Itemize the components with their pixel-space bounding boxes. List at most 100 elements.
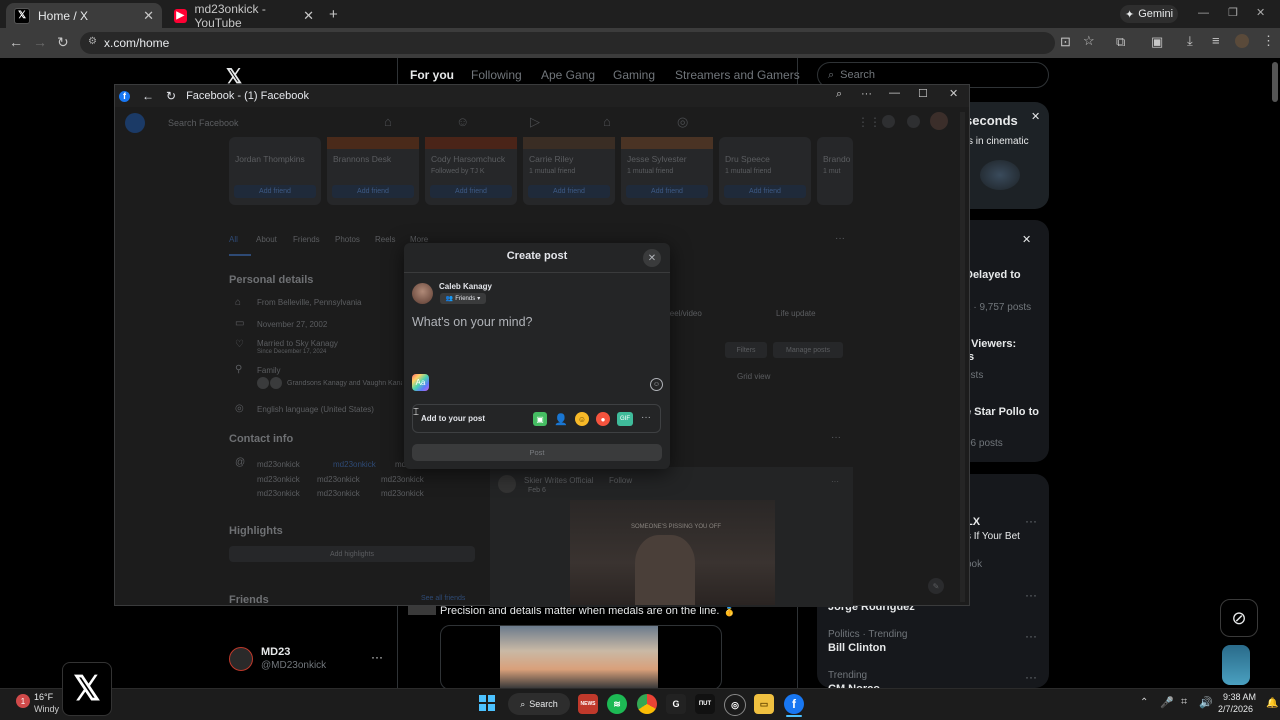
profile-avatar[interactable] — [1235, 34, 1249, 48]
close-icon[interactable]: ✕ — [1022, 233, 1031, 246]
home-icon[interactable]: ⌂ — [384, 114, 392, 129]
filters-button[interactable]: Filters — [725, 342, 767, 358]
app-icon-g[interactable]: G — [666, 694, 686, 714]
add-highlights-button[interactable]: Add highlights — [229, 546, 475, 562]
friend-name[interactable]: Jordan Thompkins — [235, 154, 305, 164]
weather-icon[interactable]: 1 — [16, 694, 30, 708]
close-window-icon[interactable]: ✕ — [1256, 6, 1265, 19]
install-app-icon[interactable]: ⊡ — [1060, 34, 1071, 50]
audience-selector[interactable]: 👥 Friends ▾ — [440, 293, 486, 304]
friend-name[interactable]: Cody Harsomchuck — [431, 154, 505, 164]
close-dialog-button[interactable]: ✕ — [643, 249, 661, 267]
extensions-icon[interactable]: ⧉ — [1116, 34, 1125, 50]
restore-icon[interactable]: ❐ — [1228, 6, 1238, 19]
clock-date[interactable]: 2/7/2026 — [1218, 704, 1253, 714]
more-icon[interactable]: ··· — [1025, 670, 1037, 684]
page-scrollbar[interactable] — [1272, 62, 1278, 102]
gemini-button[interactable]: ✦ Gemini — [1120, 5, 1178, 23]
tab-gaming[interactable]: Gaming — [613, 68, 655, 82]
back-icon[interactable]: ← — [9, 34, 23, 50]
tab-streamers-and-gamers[interactable]: Streamers and Gamers — [675, 68, 800, 82]
emoji-picker-icon[interactable]: ☺ — [650, 378, 663, 391]
sidebar-icon[interactable]: ▣ — [1151, 34, 1163, 50]
new-tab-icon[interactable]: + — [329, 6, 338, 23]
close-icon[interactable]: ✕ — [1031, 110, 1040, 123]
minimize-icon[interactable]: — — [889, 87, 900, 99]
manage-posts-button[interactable]: Manage posts — [773, 342, 843, 358]
messenger-icon[interactable] — [882, 115, 895, 128]
maximize-icon[interactable]: ☐ — [918, 87, 928, 100]
site-info-icon[interactable]: ⚙ — [88, 36, 97, 47]
more-icon[interactable]: ··· — [1025, 588, 1037, 602]
close-window-icon[interactable]: ✕ — [949, 87, 958, 100]
microphone-icon[interactable]: 🎤 — [1160, 696, 1174, 709]
gaming-icon[interactable]: ◎ — [677, 114, 688, 130]
friend-name[interactable]: Brando — [823, 154, 853, 164]
friends-icon[interactable]: ☺ — [456, 114, 469, 129]
forward-icon[interactable]: → — [33, 34, 47, 50]
facebook-taskbar-icon[interactable]: f — [784, 694, 804, 714]
feeling-icon[interactable]: ☺ — [575, 412, 589, 426]
taskbar-search[interactable]: ⌕ Search — [508, 693, 570, 715]
gif-icon[interactable]: GIF — [617, 412, 633, 426]
post-image[interactable] — [500, 626, 658, 688]
more-icon[interactable]: ··· — [831, 477, 839, 486]
more-icon[interactable]: ··· — [861, 88, 872, 100]
zoom-icon[interactable]: ⌕ — [836, 88, 842, 101]
download-icon[interactable]: ⤓ — [1187, 33, 1193, 49]
new-message-icon[interactable]: ✎ — [928, 578, 944, 594]
messages-avatar[interactable] — [1222, 645, 1250, 685]
marketplace-icon[interactable]: ⌂ — [603, 114, 611, 129]
add-friend-button[interactable]: Add friend — [332, 185, 414, 198]
close-tab-icon[interactable]: ✕ — [143, 8, 154, 24]
trend-title[interactable]: e Star Pollo to — [965, 406, 1039, 418]
more-icon[interactable]: ··· — [1025, 629, 1037, 643]
volume-icon[interactable]: 🔊 — [1199, 696, 1213, 709]
news-app-icon[interactable]: NEWS — [578, 694, 598, 714]
trend-title[interactable]: l Viewers: — [965, 338, 1016, 350]
photo-video-icon[interactable]: ▣ — [533, 412, 547, 426]
trend-title[interactable]: Bill Clinton — [828, 642, 886, 654]
post-author-name[interactable]: Skier Writes Official — [524, 476, 594, 485]
grid-view-button[interactable]: Grid view — [737, 372, 770, 381]
friend-name[interactable]: Jesse Sylvester — [627, 154, 687, 164]
check-in-icon[interactable]: ● — [596, 412, 610, 426]
add-friend-button[interactable]: Add friend — [430, 185, 512, 198]
menu-dots-icon[interactable]: ⋮ — [1262, 33, 1275, 49]
app-icon-tbt[interactable]: ΠUT — [695, 694, 715, 714]
chrome-icon[interactable] — [637, 694, 657, 714]
see-all-friends-link[interactable]: See all friends — [421, 595, 465, 602]
profile-tab-photos[interactable]: Photos — [335, 235, 360, 244]
tray-overflow-icon[interactable]: ⌃ — [1140, 697, 1148, 708]
more-icon[interactable]: ··· — [831, 432, 841, 443]
facebook-logo-icon[interactable] — [125, 113, 145, 133]
fb-profile-avatar[interactable] — [930, 112, 948, 130]
tab-following[interactable]: Following — [471, 68, 522, 82]
video-icon[interactable]: ▷ — [530, 114, 540, 130]
network-icon[interactable]: ⌗ — [1181, 696, 1187, 709]
add-friend-button[interactable]: Add friend — [724, 185, 806, 198]
close-tab-icon[interactable]: ✕ — [303, 8, 314, 24]
life-update-button[interactable]: Life update — [776, 309, 816, 318]
add-friend-button[interactable]: Add friend — [528, 185, 610, 198]
reload-icon[interactable]: ↻ — [57, 34, 69, 51]
profile-tab-reels[interactable]: Reels — [375, 235, 395, 244]
reload-icon[interactable]: ↻ — [166, 89, 176, 103]
account-more-icon[interactable]: ··· — [371, 650, 383, 664]
start-icon[interactable] — [479, 695, 495, 711]
friend-name[interactable]: Dru Speece — [725, 154, 770, 164]
more-icon[interactable]: ··· — [835, 233, 845, 244]
add-friend-button[interactable]: Add friend — [234, 185, 316, 198]
notification-bell-icon[interactable]: 🔔 — [1266, 698, 1278, 709]
add-friend-button[interactable]: Add friend — [626, 185, 708, 198]
spotify-icon[interactable]: ≋ — [607, 694, 627, 714]
profile-tab-all[interactable]: All — [229, 235, 238, 244]
post-textarea[interactable]: What's on your mind? — [412, 315, 533, 329]
media-controls-icon[interactable]: ≡ — [1212, 33, 1220, 48]
app-icon-circle[interactable]: ◎ — [724, 694, 746, 716]
clock-time[interactable]: 9:38 AM — [1223, 692, 1256, 702]
more-options-icon[interactable]: ··· — [641, 412, 651, 423]
more-icon[interactable]: ··· — [1025, 514, 1037, 528]
notifications-icon[interactable] — [907, 115, 920, 128]
profile-tab-friends[interactable]: Friends — [293, 235, 320, 244]
